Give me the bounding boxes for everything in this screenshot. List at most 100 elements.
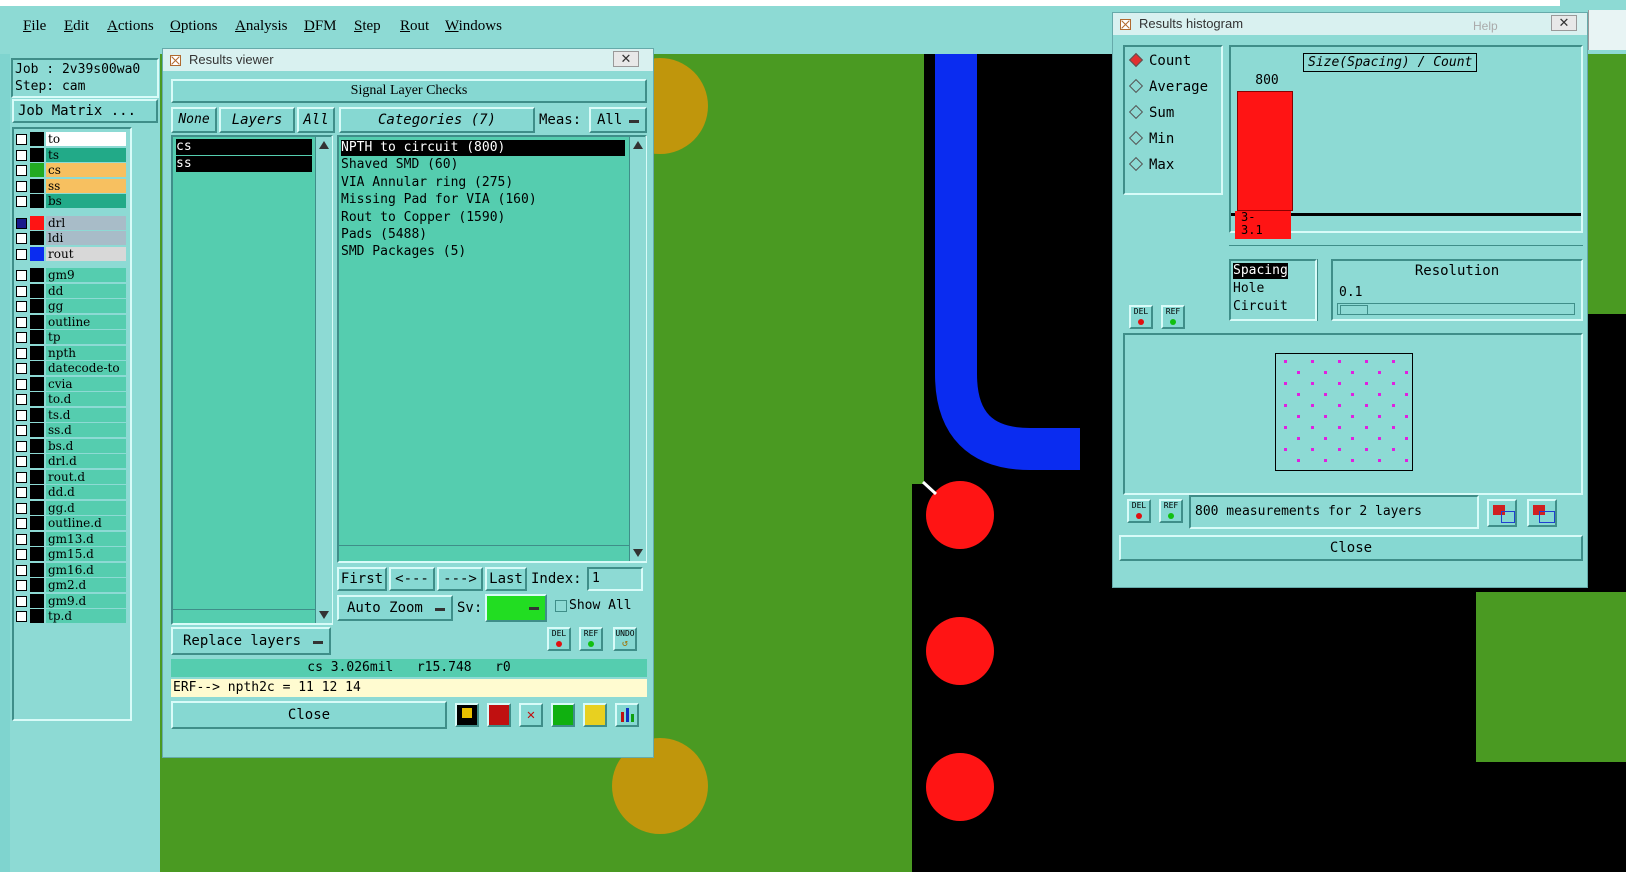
numbered-list-icon[interactable] [551,703,575,727]
layer-row[interactable]: bs.d [14,438,126,453]
layer-color-swatch[interactable] [30,578,44,592]
layer-row[interactable]: to.d [14,392,126,406]
layer-row[interactable]: ts.d [14,407,126,422]
layer-row[interactable]: tp [14,330,126,344]
category-item[interactable]: SMD Packages (5) [341,244,625,260]
layer-checkbox[interactable] [16,580,27,591]
layer-row[interactable]: to [14,132,126,146]
hist-ref-button[interactable]: REF [1161,305,1185,329]
categories-list[interactable]: NPTH to circuit (800) Shaved SMD (60) VIA … [337,135,647,563]
mode-radio-min[interactable]: Min [1128,130,1174,147]
list-item[interactable]: Hole [1233,281,1264,297]
layer-row[interactable]: drl.d [14,454,126,468]
layer-checkbox[interactable] [16,378,27,390]
prev-button[interactable]: <--- [389,567,435,591]
sv-color-dropdown[interactable] [485,594,547,622]
layer-row[interactable]: gg.d [14,500,126,515]
mode-radio-count[interactable]: Count [1128,52,1191,69]
layers-list[interactable]: cs ss [171,135,333,625]
layer-checkbox[interactable] [16,394,27,405]
layer-color-swatch[interactable] [30,231,44,245]
index-field[interactable]: 1 [587,567,643,591]
board-thumbnail[interactable] [1275,353,1413,471]
layer-row[interactable]: tp.d [14,609,126,623]
layer-row[interactable]: outline.d [14,516,126,530]
hist-ref-button-2[interactable]: REF [1159,499,1183,523]
notes-icon[interactable] [583,703,607,727]
menu-rout[interactable]: Rout [400,18,429,35]
list-item[interactable]: cs [176,139,312,155]
layer-color-swatch[interactable] [30,330,44,344]
layers-scrollbar[interactable] [315,137,332,623]
layer-checkbox[interactable] [16,217,27,229]
categories-button[interactable]: Categories (7) [339,107,535,133]
layer-checkbox[interactable] [16,487,27,498]
category-item[interactable]: Pads (5488) [341,227,625,243]
layers-button[interactable]: Layers [219,107,295,133]
menu-dfm[interactable]: DFM [304,18,337,35]
menu-analysis[interactable]: Analysis [235,18,288,35]
first-button[interactable]: First [337,567,387,591]
layer-checkbox[interactable] [16,248,27,260]
layer-row[interactable]: outline [14,314,126,329]
layer-color-swatch[interactable] [30,438,44,453]
layer-color-swatch[interactable] [30,299,44,313]
menu-actions[interactable]: Actions [107,18,154,35]
layer-color-swatch[interactable] [30,454,44,468]
layer-checkbox[interactable] [16,456,27,467]
fit-window-icon[interactable] [1527,499,1557,527]
histogram-hscrollbar[interactable] [1229,245,1583,258]
layer-checkbox[interactable] [16,595,27,607]
del-button[interactable]: DEL [547,627,571,651]
layer-color-swatch[interactable] [30,407,44,422]
layer-row[interactable]: ts [14,147,126,162]
layer-color-swatch[interactable] [30,215,44,230]
layers-hscrollbar[interactable] [171,609,315,624]
window-close-icon[interactable]: ✕ [613,51,639,67]
return-icon[interactable] [487,703,511,727]
layer-row[interactable]: npth [14,345,126,360]
layer-checkbox[interactable] [16,301,27,312]
mode-radio-max[interactable]: Max [1128,156,1174,173]
menu-edit[interactable]: Edit [64,18,89,35]
list-item[interactable]: ss [176,156,312,172]
layer-row[interactable]: gm16.d [14,562,126,577]
layer-color-swatch[interactable] [30,469,44,484]
layer-checkbox[interactable] [16,285,27,297]
layer-row[interactable]: ss.d [14,423,126,437]
layer-checkbox[interactable] [16,440,27,452]
layer-checkbox[interactable] [16,149,27,161]
category-item[interactable]: VIA Annular ring (275) [341,175,625,191]
layer-color-swatch[interactable] [30,593,44,608]
layer-row[interactable]: gm2.d [14,578,126,592]
layer-row[interactable]: rout [14,246,126,261]
replace-layers-dropdown[interactable]: Replace layers [171,627,331,655]
layer-checkbox[interactable] [16,549,27,560]
layer-color-swatch[interactable] [30,345,44,360]
layer-checkbox[interactable] [16,363,27,374]
results-viewer-titlebar[interactable]: Results viewer ✕ [163,49,653,71]
mode-radio-sum[interactable]: Sum [1128,104,1174,121]
menu-windows[interactable]: Windows [445,18,502,35]
layer-checkbox[interactable] [16,518,27,529]
last-button[interactable]: Last [485,567,527,591]
layer-row[interactable]: gm13.d [14,531,126,546]
layer-color-swatch[interactable] [30,283,44,298]
layer-checkbox[interactable] [16,347,27,359]
type-list[interactable]: Spacing Hole Circuit [1229,259,1317,321]
show-all-checkbox[interactable] [555,600,567,612]
layer-color-swatch[interactable] [30,268,44,282]
layer-checkbox[interactable] [16,533,27,545]
layer-checkbox[interactable] [16,564,27,576]
histogram-close-button[interactable]: Close [1119,535,1583,561]
layer-color-swatch[interactable] [30,163,44,177]
type-scrollbar[interactable] [1317,259,1330,321]
menu-options[interactable]: Options [170,18,218,35]
layer-checkbox[interactable] [16,180,27,192]
layer-row[interactable]: ldi [14,231,126,245]
meas-dropdown[interactable]: All [589,107,647,133]
help-label[interactable]: Help [1473,15,1498,37]
layer-row[interactable]: gm15.d [14,547,126,561]
layer-color-swatch[interactable] [30,132,44,146]
layer-row[interactable]: rout.d [14,469,126,484]
